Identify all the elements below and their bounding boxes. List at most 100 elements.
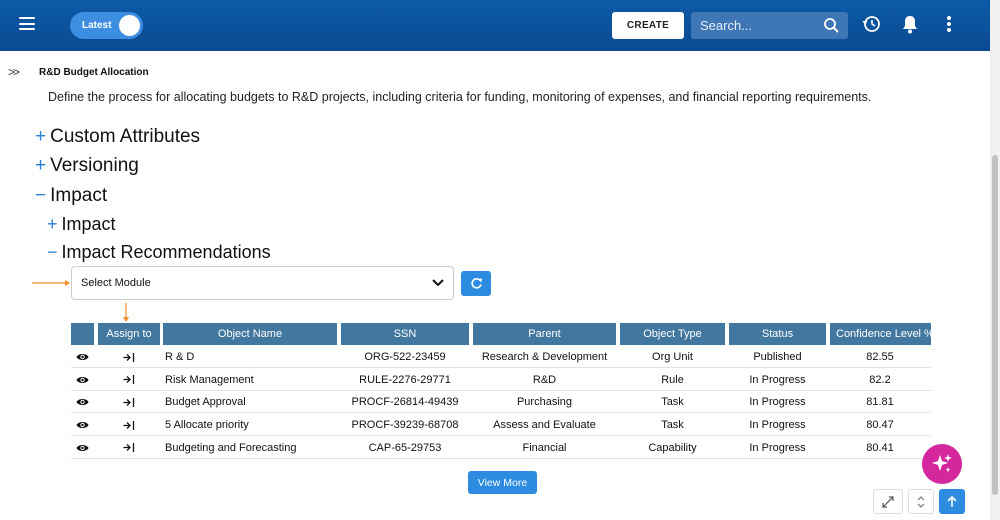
- fullscreen-button[interactable]: [873, 489, 903, 514]
- cell-parent: Research & Development: [481, 351, 608, 363]
- cell-object-name[interactable]: R & D: [165, 346, 335, 368]
- cell-confidence: 82.55: [866, 351, 894, 363]
- eye-icon[interactable]: [71, 437, 94, 459]
- cell-ssn: ORG-522-23459: [364, 351, 446, 363]
- column-header-object-type[interactable]: Object Type: [620, 323, 725, 345]
- top-app-bar: Latest CREATE: [0, 0, 990, 51]
- hamburger-menu-icon[interactable]: [19, 17, 35, 31]
- assign-icon[interactable]: [98, 369, 160, 391]
- page-description: Define the process for allocating budget…: [48, 90, 872, 104]
- scroll-to-top-button[interactable]: [939, 489, 965, 514]
- cell-ssn: PROCF-26814-49439: [351, 396, 459, 409]
- ai-assistant-button[interactable]: [922, 444, 962, 484]
- toggle-knob: [119, 15, 140, 36]
- section-custom-attributes[interactable]: + Custom Attributes: [35, 126, 200, 148]
- cell-object-type: Task: [661, 419, 684, 432]
- cell-confidence: 81.81: [866, 396, 894, 409]
- table-row[interactable]: 5 Allocate priority PROCF-39239-68708 Asse…: [71, 414, 931, 437]
- cell-confidence: 82.2: [869, 373, 891, 386]
- section-label: Impact: [61, 214, 116, 234]
- column-header-object-name[interactable]: Object Name: [163, 323, 337, 345]
- sparkle-icon: [932, 454, 952, 473]
- section-label: Custom Attributes: [50, 126, 201, 147]
- column-header-parent[interactable]: Parent: [473, 323, 616, 345]
- cell-object-name[interactable]: Budgeting and Forecasting: [165, 437, 335, 459]
- section-label: Impact: [50, 185, 108, 206]
- assign-icon[interactable]: [98, 414, 160, 436]
- assign-icon[interactable]: [98, 346, 160, 368]
- cell-object-name[interactable]: 5 Allocate priority: [165, 414, 335, 436]
- cell-confidence: 80.47: [866, 419, 894, 432]
- column-header-ssn[interactable]: SSN: [341, 323, 469, 345]
- refresh-button[interactable]: [461, 271, 491, 296]
- cell-ssn: PROCF-39239-68708: [351, 419, 459, 432]
- table-row[interactable]: Budgeting and Forecasting CAP-65-29753 Fin…: [71, 437, 931, 459]
- subsection-impact-recommendations[interactable]: − Impact Recommendations: [47, 242, 271, 263]
- cell-status: In Progress: [749, 396, 806, 409]
- scroll-toggle-button[interactable]: [908, 489, 934, 514]
- cell-status: In Progress: [749, 419, 806, 432]
- bell-icon[interactable]: [901, 14, 919, 34]
- expand-diagonal-icon: [882, 495, 894, 508]
- vertical-scrollbar[interactable]: [990, 0, 1000, 520]
- cell-ssn: CAP-65-29753: [368, 441, 442, 454]
- cell-object-name[interactable]: Budget Approval: [165, 391, 335, 413]
- search-box: [691, 12, 848, 39]
- column-header-status[interactable]: Status: [729, 323, 826, 345]
- section-label: Impact Recommendations: [61, 242, 271, 262]
- cell-parent: R&D: [532, 373, 557, 386]
- subsection-impact[interactable]: + Impact: [47, 214, 116, 235]
- annotation-arrow-down-icon: [123, 303, 129, 322]
- eye-icon[interactable]: [71, 369, 94, 391]
- chevron-down-icon: [432, 279, 444, 287]
- latest-toggle[interactable]: Latest: [70, 12, 143, 39]
- assign-icon[interactable]: [98, 437, 160, 459]
- assign-icon[interactable]: [98, 391, 160, 413]
- refresh-icon: [470, 278, 482, 289]
- cell-parent: Financial: [522, 441, 567, 454]
- eye-icon[interactable]: [71, 414, 94, 436]
- column-header-confidence[interactable]: Confidence Level %: [830, 323, 931, 345]
- table-row[interactable]: Risk Management RULE-2276-29771 R&D Rule In …: [71, 369, 931, 391]
- cell-confidence: 80.41: [866, 441, 894, 454]
- expand-panel-icon[interactable]: >>: [8, 65, 20, 79]
- view-more-button[interactable]: View More: [468, 471, 537, 494]
- section-versioning[interactable]: + Versioning: [35, 155, 139, 177]
- scrollbar-thumb[interactable]: [992, 155, 998, 495]
- cell-ssn: RULE-2276-29771: [359, 373, 451, 386]
- impact-recommendations-table: Assign to Object Name SSN Parent Object …: [71, 323, 931, 463]
- expand-plus-icon: +: [35, 126, 47, 147]
- column-header-assign[interactable]: Assign to: [98, 323, 160, 345]
- cell-status: In Progress: [749, 441, 806, 454]
- cell-object-type: Task: [661, 396, 684, 409]
- search-input[interactable]: [700, 18, 820, 33]
- expand-plus-icon: +: [47, 214, 58, 234]
- more-vertical-icon[interactable]: [945, 14, 953, 34]
- breadcrumb: R&D Budget Allocation: [39, 67, 149, 78]
- table-row[interactable]: R & D ORG-522-23459 Research & Development…: [71, 346, 931, 368]
- cell-object-type: Capability: [648, 441, 697, 454]
- annotation-arrow-right-icon: [32, 280, 70, 286]
- cell-status: Published: [753, 351, 802, 363]
- eye-icon[interactable]: [71, 391, 94, 413]
- arrow-up-icon: [947, 495, 957, 507]
- table-row[interactable]: Budget Approval PROCF-26814-49439 Purchasi…: [71, 391, 931, 414]
- section-impact[interactable]: − Impact: [35, 185, 107, 207]
- history-icon[interactable]: [862, 14, 882, 34]
- column-header-view: [71, 323, 94, 345]
- eye-icon[interactable]: [71, 346, 94, 368]
- cell-object-name[interactable]: Risk Management: [165, 369, 335, 391]
- module-select-value: Select Module: [81, 277, 151, 289]
- toggle-label: Latest: [82, 20, 112, 31]
- collapse-minus-icon: −: [47, 242, 58, 262]
- cell-object-type: Org Unit: [652, 351, 693, 363]
- section-label: Versioning: [50, 155, 139, 176]
- cell-status: In Progress: [749, 373, 806, 386]
- module-select[interactable]: Select Module: [71, 266, 454, 300]
- expand-plus-icon: +: [35, 155, 47, 176]
- cell-parent: Assess and Evaluate: [493, 419, 596, 432]
- search-icon[interactable]: [823, 17, 840, 34]
- chevron-up-down-icon: [917, 495, 925, 508]
- create-button[interactable]: CREATE: [612, 12, 684, 39]
- collapse-minus-icon: −: [35, 185, 47, 206]
